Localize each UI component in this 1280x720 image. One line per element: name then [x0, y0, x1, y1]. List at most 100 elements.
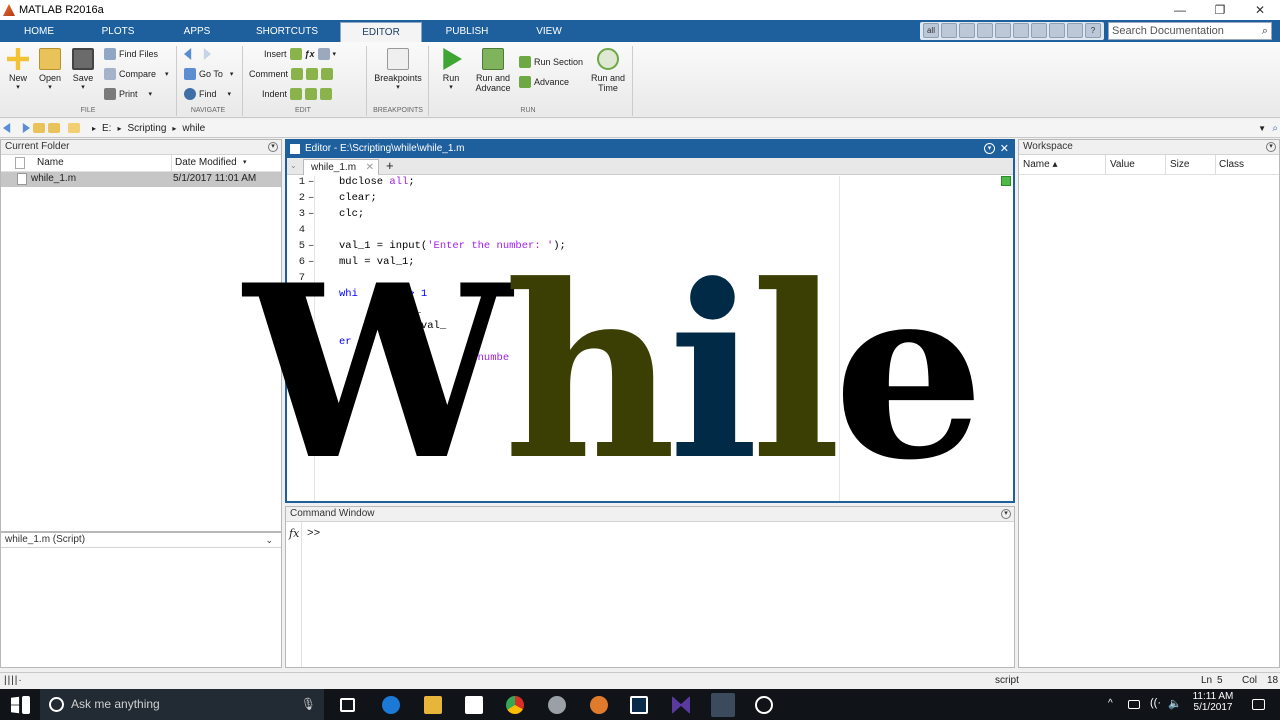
indent-button[interactable]: Indent [262, 88, 333, 100]
print-button[interactable]: Print ▾ [104, 88, 152, 100]
breadcrumb-while[interactable]: while [182, 123, 205, 134]
firefox-icon[interactable] [590, 696, 608, 714]
breakpoint-marker[interactable]: – [308, 240, 314, 252]
forward-arrow-icon[interactable] [203, 48, 211, 60]
code-line[interactable]: 1– bdclose all; [287, 176, 987, 192]
tab-while-1-m[interactable]: while_1.m ✕ [303, 159, 379, 175]
quick-copy-icon[interactable] [995, 23, 1011, 38]
breakpoint-marker[interactable]: – [308, 208, 314, 220]
code-line[interactable]: whi > 1 [287, 288, 987, 304]
column-date-modified[interactable]: Date Modified [175, 157, 237, 168]
breadcrumb-scripting[interactable]: Scripting [127, 123, 166, 134]
edge-browser-icon[interactable] [382, 696, 400, 714]
uncomment-icon[interactable] [306, 68, 319, 80]
column-size[interactable]: Size [1170, 159, 1189, 170]
wrap-comments-icon[interactable] [321, 68, 334, 80]
breakpoints-button[interactable]: Breakpoints ▾ [372, 48, 424, 91]
search-icon[interactable]: ⌕ [1272, 123, 1278, 134]
volume-icon[interactable]: 🔈 [1168, 697, 1182, 710]
save-button[interactable]: Save ▾ [70, 48, 96, 91]
minimize-button[interactable]: — [1160, 0, 1200, 20]
code-line[interactable]: n numbe [287, 352, 987, 368]
quick-switch-windows-icon[interactable] [1067, 23, 1083, 38]
insert-section-icon[interactable] [317, 48, 330, 60]
quick-help-icon[interactable]: ? [1085, 23, 1101, 38]
panel-options-icon[interactable]: ▾ [268, 142, 278, 152]
increase-indent-icon[interactable] [305, 88, 318, 100]
taskbar-search[interactable]: Ask me anything 🎙 [40, 689, 324, 720]
chevron-down-icon[interactable]: ⌄ [265, 533, 273, 547]
forward-arrow-icon[interactable] [22, 123, 30, 133]
editor-close-icon[interactable]: ✕ [1000, 141, 1009, 157]
tab-close-icon[interactable]: ✕ [366, 160, 374, 175]
file-explorer-icon[interactable] [424, 696, 442, 714]
tab-apps[interactable]: APPS [166, 22, 228, 42]
task-view-icon[interactable] [340, 698, 355, 712]
screen-recorder-icon[interactable] [630, 696, 648, 714]
fx-function-browser-icon[interactable]: fx [289, 527, 299, 540]
clock[interactable]: 11:11 AM 5/1/2017 [1188, 691, 1238, 713]
browse-folder-icon[interactable] [48, 123, 60, 133]
run-section-button[interactable]: Run Section [519, 56, 583, 68]
new-tab-plus-icon[interactable]: + [386, 158, 394, 173]
details-header[interactable]: while_1.m (Script) ⌄ [1, 533, 281, 548]
back-arrow-icon[interactable] [184, 48, 192, 60]
code-analyzer-indicator[interactable] [1001, 176, 1011, 186]
back-arrow-icon[interactable] [3, 123, 11, 133]
tab-view[interactable]: VIEW [518, 22, 580, 42]
file-row[interactable]: while_1.m 5/1/2017 11:01 AM [1, 172, 281, 187]
code-line[interactable]: 6– mul = val_1; [287, 256, 987, 272]
quick-all-icon[interactable]: all [923, 23, 939, 38]
column-name[interactable]: Name ▴ [1023, 159, 1057, 170]
matlab-taskbar-icon[interactable] [711, 693, 735, 717]
new-button[interactable]: New ▾ [5, 48, 31, 91]
chevron-down-icon[interactable]: ⌄ [290, 161, 297, 170]
breakpoint-marker[interactable]: – [308, 192, 314, 204]
go-to-button[interactable]: Go To ▾ [184, 68, 233, 80]
code-line[interactable]: 2– clear; [287, 192, 987, 208]
obs-icon[interactable] [755, 696, 773, 714]
column-value[interactable]: Value [1110, 159, 1135, 170]
code-line[interactable]: 7 [287, 272, 987, 288]
code-area[interactable]: 1– bdclose all; 2– clear; 3– clc; 4 5– val_1 = i… [287, 176, 1013, 501]
open-button[interactable]: Open ▾ [37, 48, 63, 91]
tray-overflow-icon[interactable]: ^ [1108, 698, 1113, 709]
maximize-button[interactable]: ❐ [1200, 0, 1240, 20]
find-button[interactable]: Find ▾ [184, 88, 231, 100]
search-documentation-input[interactable]: Search Documentation ⌕ [1108, 22, 1272, 40]
breakpoint-marker[interactable]: – [308, 176, 314, 188]
microphone-icon[interactable]: 🎙 [301, 689, 316, 720]
up-folder-icon[interactable] [33, 123, 45, 133]
find-files-button[interactable]: Find Files [104, 48, 158, 60]
store-icon[interactable] [465, 696, 483, 714]
network-icon[interactable]: ((· [1150, 697, 1161, 709]
fx-icon[interactable]: ƒx [305, 49, 315, 59]
address-dropdown-icon[interactable]: ▼ [1258, 124, 1266, 133]
visual-studio-icon[interactable] [672, 696, 690, 714]
tab-editor[interactable]: EDITOR [340, 22, 422, 42]
editor-options-icon[interactable]: ▾ [984, 143, 995, 154]
tab-plots[interactable]: PLOTS [86, 22, 150, 42]
chrome-icon[interactable] [506, 696, 524, 714]
breadcrumb-drive[interactable]: E: [102, 123, 111, 134]
run-and-advance-button[interactable]: Run and Advance [474, 48, 512, 93]
run-and-time-button[interactable]: Run and Time [588, 48, 628, 93]
paint-icon[interactable] [548, 696, 566, 714]
code-line[interactable]: *val_ [287, 320, 987, 336]
comment-button[interactable]: Comment [249, 68, 334, 80]
close-button[interactable]: ✕ [1240, 0, 1280, 20]
panel-options-icon[interactable]: ▾ [1266, 142, 1276, 152]
windows-start-icon-right[interactable] [22, 696, 30, 714]
tab-publish[interactable]: PUBLISH [436, 22, 498, 42]
quick-folder-icon[interactable] [941, 23, 957, 38]
column-class[interactable]: Class [1219, 159, 1244, 170]
battery-icon[interactable] [1128, 700, 1140, 709]
panel-options-icon[interactable]: ▾ [1001, 509, 1011, 519]
quick-save-icon[interactable] [959, 23, 975, 38]
code-line[interactable]: 3– clc; [287, 208, 987, 224]
tab-home[interactable]: HOME [8, 22, 70, 42]
code-line[interactable]: 4 [287, 224, 987, 240]
advance-button[interactable]: Advance [519, 76, 569, 88]
insert-button[interactable]: Insert ƒx ▾ [264, 48, 336, 60]
code-line[interactable]: 5– val_1 = input('Enter the number: '); [287, 240, 987, 256]
